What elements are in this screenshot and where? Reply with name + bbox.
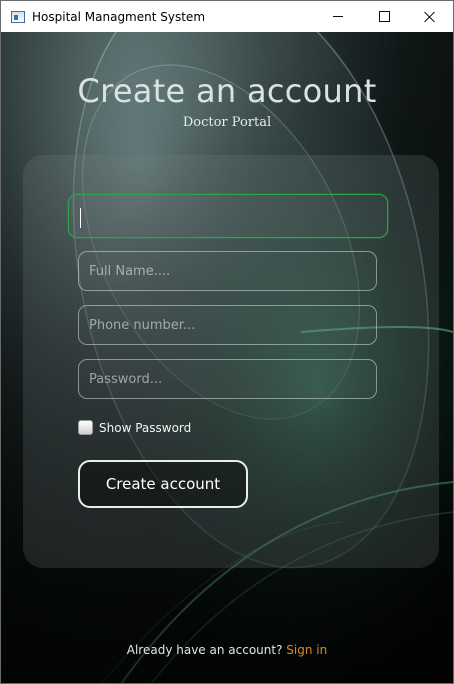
app-window-icon: [11, 10, 25, 23]
show-password-toggle[interactable]: Show Password: [78, 420, 191, 435]
window-title: Hospital Managment System: [32, 9, 206, 24]
password-input[interactable]: [78, 359, 377, 399]
minimize-button[interactable]: [315, 1, 361, 32]
signin-prompt: Already have an account?: [126, 643, 283, 657]
title-bar[interactable]: Hospital Managment System: [1, 1, 453, 32]
close-icon: [424, 11, 436, 23]
phone-number-input[interactable]: [78, 305, 377, 345]
show-password-checkbox[interactable]: [78, 420, 93, 435]
maximize-button[interactable]: [361, 1, 407, 32]
page-subtitle: Doctor Portal: [182, 115, 272, 130]
minimize-icon: [333, 16, 343, 17]
first-input[interactable]: [68, 194, 388, 238]
window-controls: [315, 1, 453, 32]
app-window: Hospital Managment System Create an acco…: [0, 0, 454, 684]
signin-link[interactable]: Sign in: [286, 643, 327, 657]
create-account-button[interactable]: Create account: [78, 460, 248, 508]
maximize-icon: [378, 11, 390, 22]
background-scene: Create an account Doctor Portal Show Pas…: [1, 32, 453, 683]
text-caret: [80, 208, 81, 228]
close-button[interactable]: [407, 1, 453, 32]
show-password-label: Show Password: [99, 420, 192, 435]
page-title: Create an account: [77, 72, 377, 110]
signin-row: Already have an account? Sign in: [1, 643, 453, 657]
full-name-input[interactable]: [78, 251, 377, 291]
